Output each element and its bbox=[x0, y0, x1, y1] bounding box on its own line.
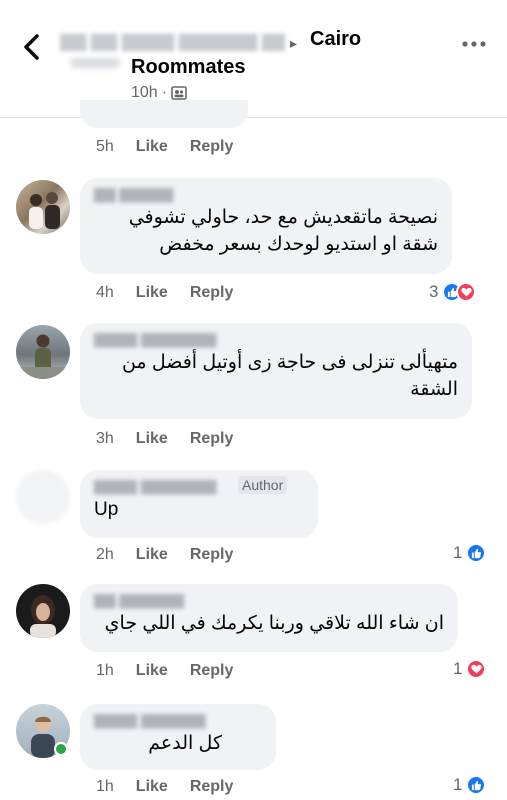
love-icon bbox=[456, 282, 477, 302]
comment-text-line: متهيألى تنزلى فى حاجة زى أوتيل أفضل من bbox=[121, 352, 458, 373]
comment-time[interactable]: 1h bbox=[96, 662, 114, 680]
like-icon bbox=[466, 543, 487, 563]
blurred-subtext bbox=[70, 58, 120, 68]
commenter-name-blurred[interactable]: ▇▇▇▇ ▇▇▇▇▇▇ bbox=[94, 712, 262, 730]
comment-time[interactable]: 4h bbox=[96, 284, 114, 302]
comment-bubble: ▇▇ ▇▇▇▇▇▇ ان شاء الله تلاقي وربنا يكرمك … bbox=[80, 584, 458, 652]
commenter-name-blurred[interactable]: ▇▇ ▇▇▇▇▇ bbox=[94, 186, 438, 204]
like-button[interactable]: Like bbox=[136, 430, 168, 448]
comment-bubble: ▇▇▇▇ ▇▇▇▇▇▇▇ Author Up bbox=[80, 470, 318, 538]
comment-actions: 1h Like Reply bbox=[96, 778, 233, 796]
comment-bubble-partial bbox=[80, 100, 248, 128]
reply-button[interactable]: Reply bbox=[190, 546, 234, 564]
comment-bubble: ▇▇ ▇▇▇▇▇ نصيحة ماتقعديش مع حد، حاولي تشو… bbox=[80, 178, 452, 274]
reaction-summary[interactable]: 3 bbox=[429, 282, 477, 302]
back-button[interactable] bbox=[18, 30, 48, 64]
reaction-summary[interactable]: 1 bbox=[453, 775, 487, 795]
reply-button[interactable]: Reply bbox=[190, 662, 234, 680]
comment-text-line: كل الدعم bbox=[148, 733, 222, 754]
avatar[interactable] bbox=[16, 180, 70, 234]
like-button[interactable]: Like bbox=[136, 138, 168, 156]
like-button[interactable]: Like bbox=[136, 546, 168, 564]
comment-time[interactable]: 3h bbox=[96, 430, 114, 448]
ellipsis-icon bbox=[462, 41, 486, 47]
comment-text-line: شقة او استديو لوحدك بسعر مخفض bbox=[159, 234, 438, 255]
avatar[interactable] bbox=[16, 325, 70, 379]
online-status-icon bbox=[54, 742, 68, 756]
group-name-continued[interactable]: Roommates bbox=[131, 56, 245, 79]
avatar[interactable] bbox=[16, 584, 70, 638]
reaction-summary[interactable]: 1 bbox=[453, 543, 487, 563]
comment-time[interactable]: 1h bbox=[96, 778, 114, 796]
reply-button[interactable]: Reply bbox=[190, 778, 234, 796]
group-arrow-icon: ▸ bbox=[290, 35, 298, 51]
love-icon bbox=[466, 659, 487, 679]
group-name[interactable]: Cairo bbox=[310, 28, 361, 51]
like-button[interactable]: Like bbox=[136, 662, 168, 680]
blurred-author-name: ▇▇ ▇▇ ▇▇▇▇ ▇▇▇▇▇▇ ▇▇ bbox=[60, 32, 285, 51]
commenter-name-blurred[interactable]: ▇▇ ▇▇▇▇▇▇ bbox=[94, 592, 444, 610]
comment-actions: 2h Like Reply bbox=[96, 546, 233, 564]
reaction-count: 1 bbox=[453, 775, 463, 794]
reply-button[interactable]: Reply bbox=[190, 430, 234, 448]
comment-actions: 3h Like Reply bbox=[96, 430, 233, 448]
comment-actions: 5h Like Reply bbox=[96, 138, 233, 156]
comment-text-line: Up bbox=[94, 499, 119, 520]
like-button[interactable]: Like bbox=[136, 284, 168, 302]
reaction-count: 1 bbox=[453, 543, 463, 562]
post-header: ▇▇ ▇▇ ▇▇▇▇ ▇▇▇▇▇▇ ▇▇ ▸ Cairo Roommates 1… bbox=[0, 0, 507, 118]
reply-button[interactable]: Reply bbox=[190, 138, 234, 156]
reply-button[interactable]: Reply bbox=[190, 284, 234, 302]
chevron-left-icon bbox=[24, 34, 39, 60]
reaction-count: 1 bbox=[453, 659, 463, 678]
commenter-name-blurred[interactable]: ▇▇▇▇ ▇▇▇▇▇▇▇ bbox=[94, 331, 458, 349]
comment-actions: 1h Like Reply bbox=[96, 662, 233, 680]
comment-time[interactable]: 2h bbox=[96, 546, 114, 564]
group-privacy-icon bbox=[171, 86, 187, 100]
author-badge: Author bbox=[238, 476, 288, 494]
comment-text-line: ان شاء الله تلاقي وربنا يكرمك في اللي جا… bbox=[104, 613, 444, 634]
like-button[interactable]: Like bbox=[136, 778, 168, 796]
avatar[interactable] bbox=[16, 470, 70, 524]
comment-time[interactable]: 5h bbox=[96, 138, 114, 156]
like-icon bbox=[466, 775, 487, 795]
comment-bubble: ▇▇▇▇ ▇▇▇▇▇▇ كل الدعم bbox=[80, 704, 276, 770]
more-options-button[interactable] bbox=[460, 34, 490, 54]
reaction-count: 3 bbox=[429, 282, 439, 301]
reaction-summary[interactable]: 1 bbox=[453, 659, 487, 679]
comment-actions: 4h Like Reply bbox=[96, 284, 233, 302]
comment-bubble: ▇▇▇▇ ▇▇▇▇▇▇▇ متهيألى تنزلى فى حاجة زى أو… bbox=[80, 323, 472, 419]
comment-text-line: نصيحة ماتقعديش مع حد، حاولي تشوفي bbox=[128, 207, 438, 228]
comment-text-line: الشقة bbox=[410, 379, 458, 400]
